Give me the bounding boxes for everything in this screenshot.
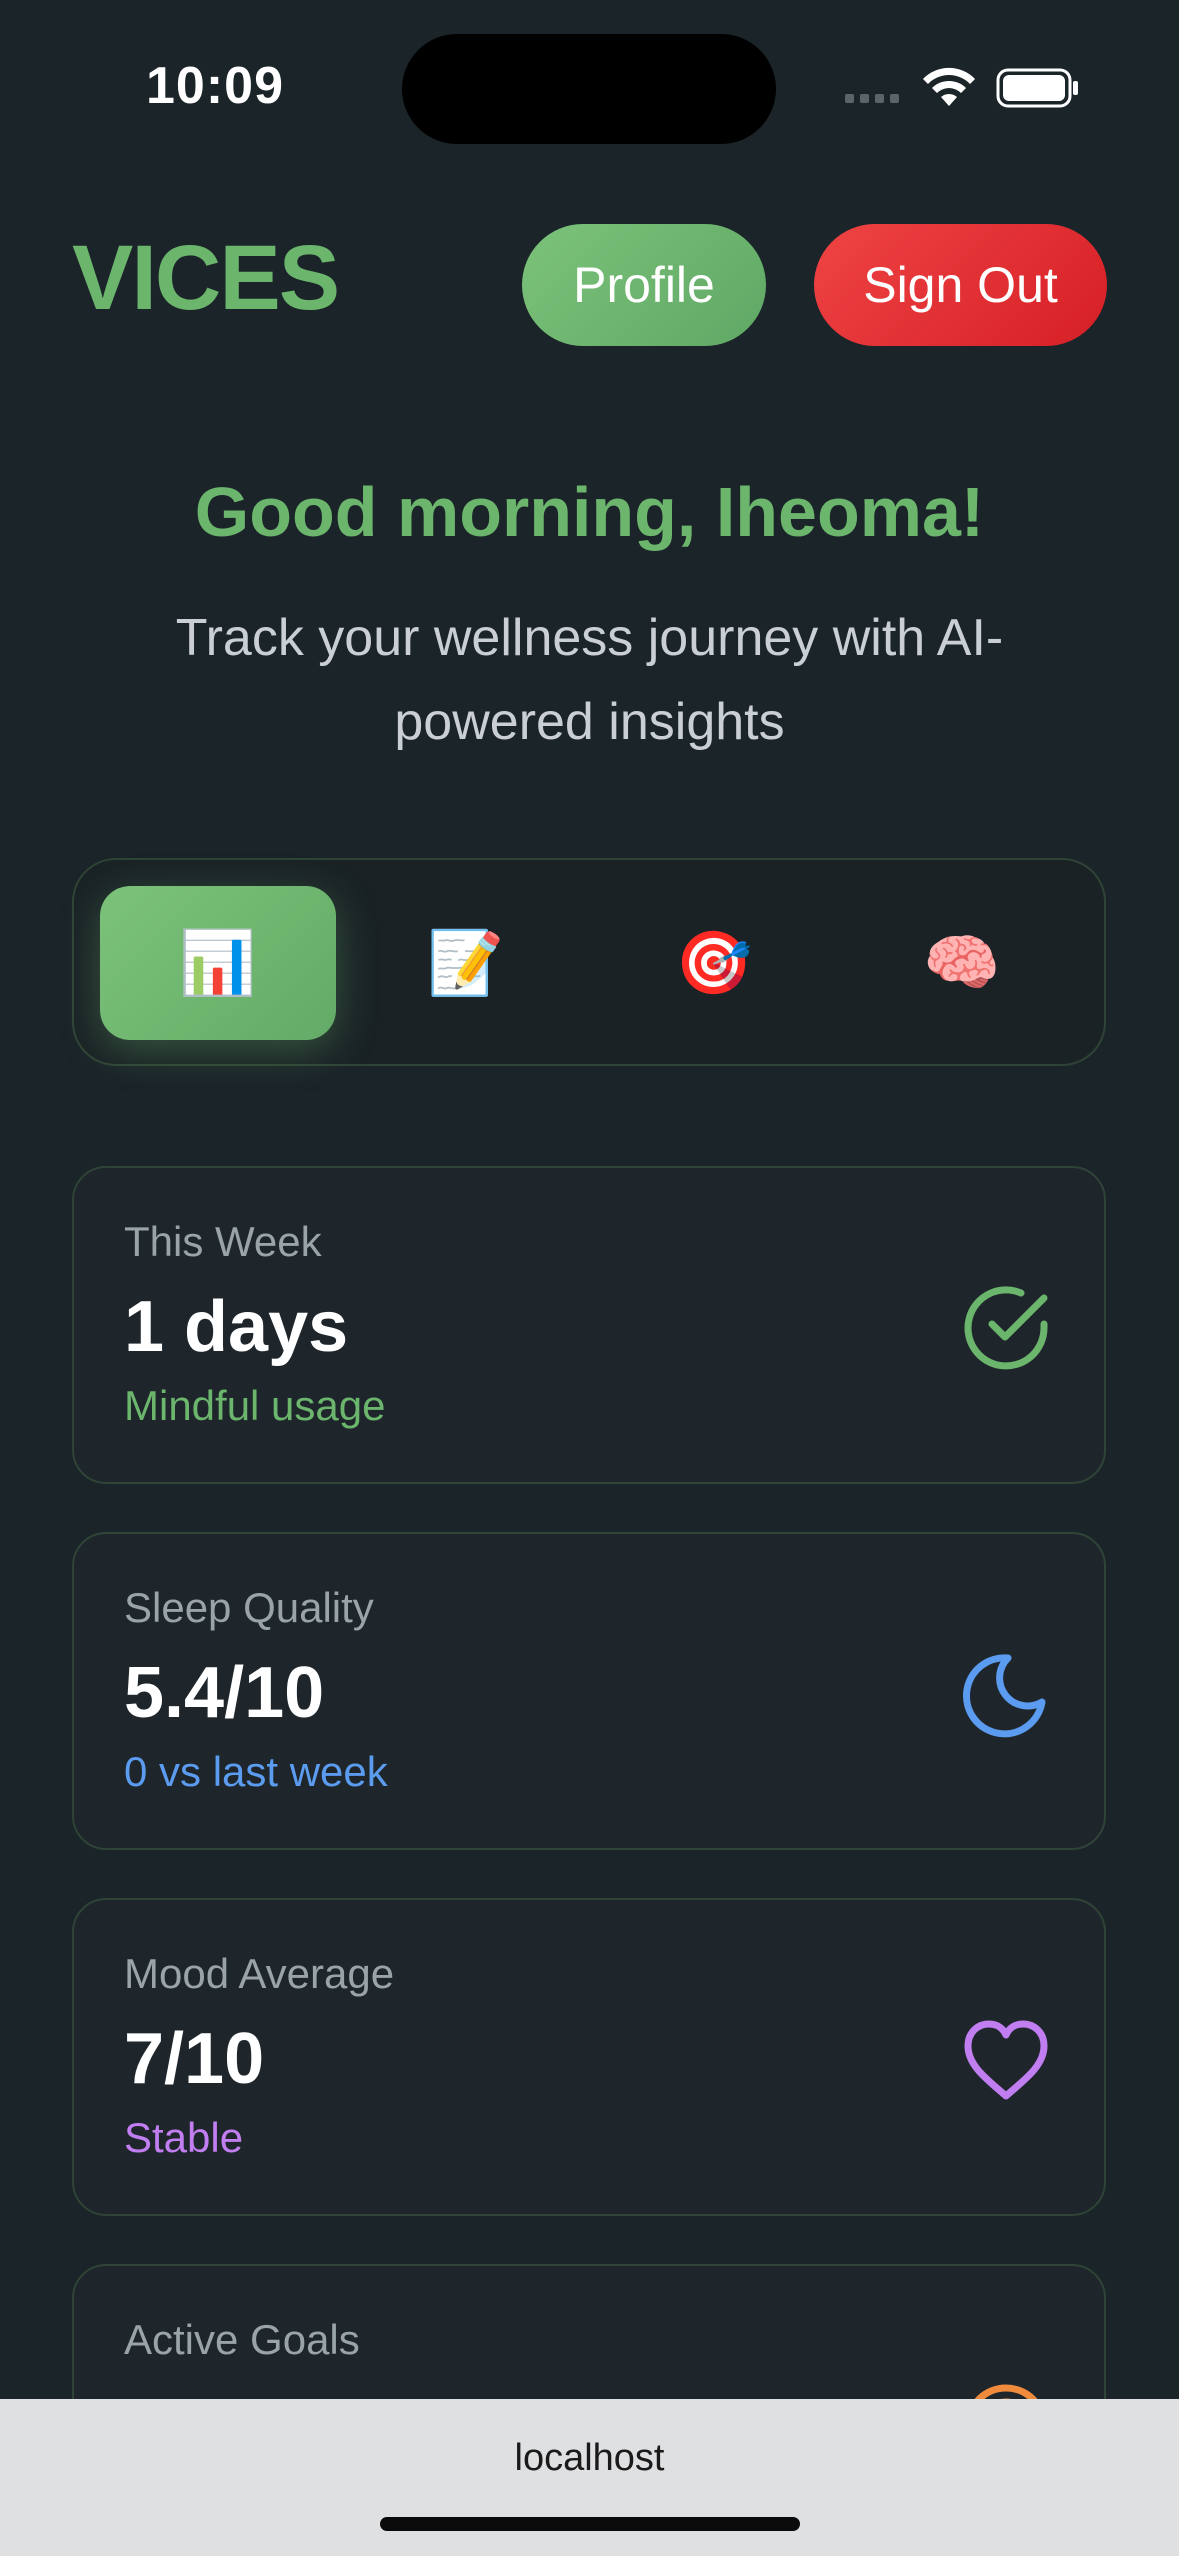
- url-label[interactable]: localhost: [0, 2437, 1179, 2480]
- target-icon: 🎯: [675, 928, 753, 998]
- stat-subtext: Mindful usage: [124, 1382, 386, 1429]
- tab-goals[interactable]: 🎯: [596, 886, 832, 1040]
- section-tab-bar: 📊 📝 🎯 🧠: [72, 858, 1106, 1066]
- check-circle-icon: [964, 1286, 1048, 1370]
- tab-journal[interactable]: 📝: [348, 886, 584, 1040]
- stat-label: Mood Average: [124, 1950, 395, 1997]
- battery-icon: [996, 68, 1078, 108]
- stat-subtext: 0 vs last week: [124, 1748, 388, 1795]
- heart-icon: [964, 2020, 1048, 2100]
- wifi-icon: [923, 67, 975, 106]
- stat-card-mood-average: Mood Average 7/10 Stable: [72, 1898, 1106, 2216]
- greeting-subtitle: Track your wellness journey with AI-powe…: [175, 609, 1004, 751]
- profile-button[interactable]: Profile: [522, 224, 766, 346]
- bar-chart-icon: 📊: [179, 928, 257, 998]
- sign-out-button[interactable]: Sign Out: [814, 224, 1107, 346]
- status-time: 10:09: [146, 57, 284, 115]
- stat-value: 5.4/10: [124, 1653, 325, 1733]
- memo-icon: 📝: [427, 928, 505, 998]
- app-logo: VICES: [72, 227, 340, 329]
- stat-label: Active Goals: [124, 2316, 360, 2363]
- stat-value: 7/10: [124, 2019, 265, 2099]
- dynamic-island: [402, 34, 776, 144]
- brain-icon: 🧠: [923, 928, 1001, 998]
- browser-address-bar[interactable]: localhost: [0, 2399, 1179, 2556]
- stat-subtext: Stable: [124, 2114, 244, 2161]
- cellular-signal-icon: [845, 94, 899, 103]
- stat-card-sleep-quality: Sleep Quality 5.4/10 0 vs last week: [72, 1532, 1106, 1850]
- stat-label: Sleep Quality: [124, 1584, 374, 1631]
- stat-value: 1 days: [124, 1287, 349, 1367]
- home-indicator[interactable]: [380, 2517, 800, 2531]
- stat-card-this-week: This Week 1 days Mindful usage: [72, 1166, 1106, 1484]
- tab-insights[interactable]: 🧠: [844, 886, 1080, 1040]
- moon-icon: [963, 1654, 1046, 1738]
- stat-label: This Week: [124, 1218, 322, 1265]
- app-screen: 10:09 VICES Profile Sign Out Good mornin…: [0, 0, 1179, 2556]
- tab-dashboard[interactable]: 📊: [100, 886, 336, 1040]
- greeting-heading: Good morning, Iheoma!: [194, 473, 985, 551]
